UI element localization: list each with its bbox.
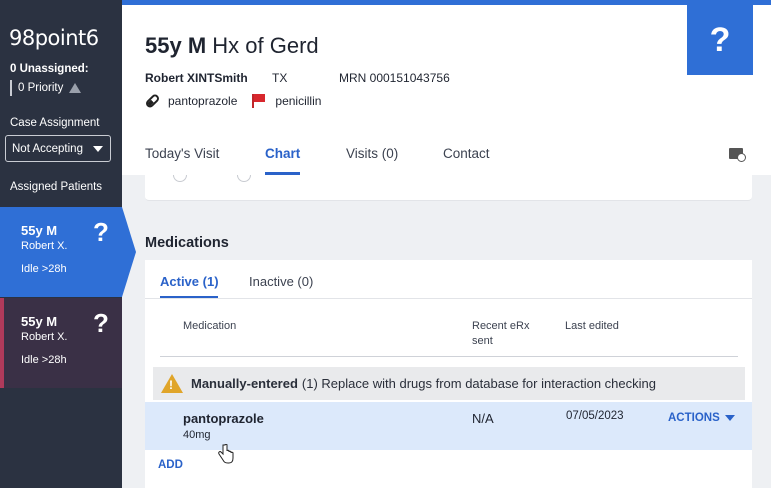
add-medication-button[interactable]: ADD [158,459,183,471]
patient-full-name: Robert XINTSmith [145,71,248,85]
warning-text: (1) Replace with drugs from database for… [301,376,656,391]
column-header-medication: Medication [183,320,237,332]
flag-icon [252,94,266,108]
patient-info-row: Robert XINTSmith TX MRN 000151043756 [145,71,450,85]
medications-card: Active (1) Inactive (0) Medication Recen… [145,260,752,488]
tags-row: pantoprazole penicillin [144,92,322,110]
divider [145,298,752,299]
column-header-recent-erx: Recent eRx sent [472,319,529,349]
patient-card-selected[interactable]: 55y M Robert X. Idle >28h ? [0,207,136,297]
title-age-sex: 55y M [145,33,207,58]
subtab-inactive[interactable]: Inactive (0) [249,274,313,289]
column-header-recent-erx-line1: Recent eRx [472,320,530,332]
medication-name: pantoprazole [183,411,264,426]
actions-label: ACTIONS [668,412,720,424]
medication-tag: pantoprazole [168,94,238,108]
radio-icon[interactable] [173,175,187,182]
manual-entry-warning: Manually-entered (1) Replace with drugs … [153,367,745,400]
tab-chart[interactable]: Chart [265,146,300,161]
column-header-last-edited: Last edited [565,320,619,332]
hand-cursor-icon [218,444,234,464]
chevron-down-icon [724,415,735,421]
warning-bold-label: Manually-entered [191,376,298,391]
medication-dose: 40mg [183,429,211,441]
patient-status: Idle >28h [21,263,67,275]
medications-heading: Medications [145,235,229,251]
tab-todays-visit[interactable]: Today's Visit [145,146,219,161]
allergy-tag: penicillin [275,94,322,108]
priority-label: 0 Priority [18,82,64,94]
help-button[interactable]: ? [687,5,753,75]
radio-icon[interactable] [237,175,251,182]
unassigned-count: 0 Unassigned: [10,63,89,75]
medication-erx: N/A [472,411,494,426]
case-assignment-dropdown[interactable]: Not Accepting [5,135,111,162]
assigned-patients-label: Assigned Patients [10,181,103,193]
priority-count: 0 Priority [10,80,82,96]
mail-alert-icon[interactable] [729,148,746,162]
patient-age-sex: 55y M [21,223,58,238]
divider [160,356,738,357]
patient-card[interactable]: 55y M Robert X. Idle >28h ? [0,298,122,388]
sidebar: 98point6 0 Unassigned: 0 Priority Case A… [0,0,136,488]
table-row[interactable]: pantoprazole 40mg N/A 07/05/2023 ACTIONS [145,402,752,450]
tab-visits[interactable]: Visits (0) [346,146,398,161]
question-icon: ? [93,217,109,247]
subtab-active[interactable]: Active (1) [160,274,219,289]
brand-logo: 98point6 [9,26,99,50]
case-assignment-label: Case Assignment [10,117,100,129]
patient-state: TX [272,71,288,85]
patient-age-sex: 55y M [21,314,58,329]
patient-name: Robert X. [21,240,68,252]
column-header-recent-erx-line2: sent [472,335,493,347]
pill-icon [144,92,161,110]
question-icon: ? [93,308,109,338]
medication-last-edited: 07/05/2023 [566,410,624,422]
patient-mrn: MRN 000151043756 [339,71,450,85]
warning-triangle-icon [69,83,82,93]
page-title: 55y M Hx of Gerd [145,33,319,59]
title-complaint: Hx of Gerd [212,33,319,58]
warning-icon [161,374,183,393]
patient-name: Robert X. [21,331,68,343]
case-assignment-value: Not Accepting [12,142,83,155]
actions-dropdown[interactable]: ACTIONS [668,412,735,424]
tab-contact[interactable]: Contact [443,146,490,161]
patient-status: Idle >28h [21,354,67,366]
previous-section-card [145,175,752,201]
chevron-down-icon [92,145,103,152]
